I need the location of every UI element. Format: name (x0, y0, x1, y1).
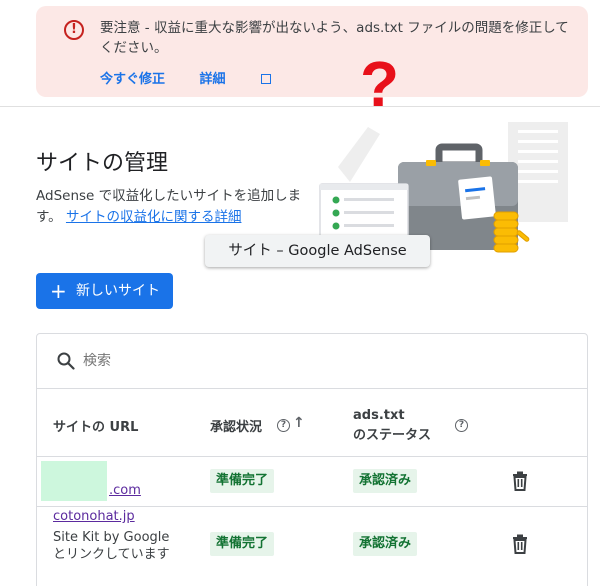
warning-actions: 今すぐ修正 詳細 (100, 68, 301, 87)
new-site-button[interactable]: + 新しいサイト (36, 273, 173, 309)
details-link-label: 詳細 (199, 72, 226, 87)
delete-icon[interactable] (511, 534, 529, 554)
ads-txt-status-badge: 承認済み (353, 469, 418, 493)
column-header-url[interactable]: サイトの URL (53, 416, 138, 435)
search-icon (57, 352, 75, 370)
table-row: cotonohat.jp Site Kit by Google とリンクしていま… (37, 507, 587, 586)
open-in-new-icon (260, 74, 271, 84)
ads-header-line2: のステータス (353, 428, 432, 443)
help-icon[interactable]: ? (455, 419, 468, 432)
page-description: AdSense で収益化したいサイトを追加します。 サイトの収益化に関する詳細 (36, 186, 306, 228)
site-url-link[interactable]: cotonohat.jp (53, 509, 135, 524)
error-icon: ! (64, 20, 84, 40)
plus-icon: + (50, 279, 67, 303)
delete-icon[interactable] (511, 471, 529, 491)
table-row: .com 準備完了 承認済み (37, 457, 587, 507)
status-badge: 準備完了 (210, 469, 275, 493)
sort-ascending-icon[interactable]: ↑ (293, 415, 305, 431)
search-input[interactable] (83, 349, 383, 373)
column-header-status[interactable]: 承認状況 (210, 416, 262, 435)
help-icon[interactable]: ? (277, 419, 290, 432)
document-icon (458, 176, 496, 220)
redacted-area (41, 461, 107, 501)
site-kit-note: Site Kit by Google とリンクしています (53, 530, 170, 562)
table-header: サイトの URL 承認状況 ? ↑ ads.txt のステータス ? (37, 389, 587, 457)
site-url-link[interactable]: .com (109, 483, 141, 498)
status-badge: 準備完了 (210, 532, 275, 556)
column-header-ads-txt: ads.txt のステータス (353, 406, 431, 446)
ads-txt-status-badge: 承認済み (353, 532, 418, 556)
tab-title-tooltip: サイト – Google AdSense (205, 235, 430, 267)
warning-banner: ! 要注意 - 収益に重大な影響が出ないよう、ads.txt ファイルの問題を修… (36, 6, 588, 97)
page-title: サイトの管理 (36, 151, 169, 176)
learn-more-link[interactable]: サイトの収益化に関する詳細 (66, 209, 242, 225)
details-link[interactable]: 詳細 (200, 72, 271, 87)
search-bar (37, 334, 587, 389)
divider (0, 106, 600, 107)
fix-now-link[interactable]: 今すぐ修正 (100, 72, 165, 87)
new-site-button-label: 新しいサイト (76, 283, 160, 299)
warning-message: 要注意 - 収益に重大な影響が出ないよう、ads.txt ファイルの問題を修正し… (100, 20, 569, 56)
sites-table-card: サイトの URL 承認状況 ? ↑ ads.txt のステータス ? .com … (36, 333, 588, 586)
ads-header-line1: ads.txt (353, 408, 405, 423)
